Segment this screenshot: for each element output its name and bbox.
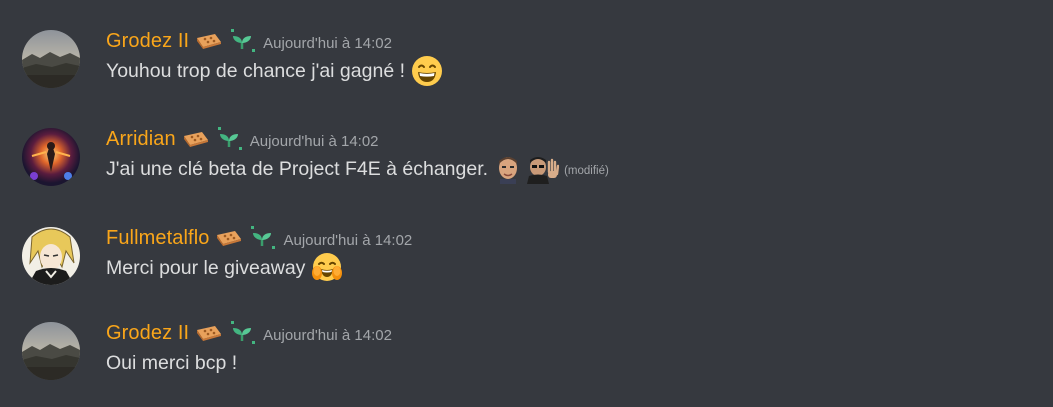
message-timestamp[interactable]: Aujourd'hui à 14:02 (250, 133, 379, 150)
sprout-badge-icon[interactable] (216, 127, 244, 151)
brick-badge-icon[interactable] (195, 32, 223, 50)
chat-messages: Grodez II Aujourd'hui à 14:02 Youhou tro… (0, 0, 1053, 407)
message: Grodez II (0, 22, 1053, 102)
man-face-emote-icon[interactable] (494, 154, 523, 184)
sprout-badge-icon[interactable] (229, 29, 257, 53)
user-avatar[interactable] (22, 322, 80, 380)
user-avatar[interactable] (22, 30, 80, 88)
user-avatar[interactable] (22, 227, 80, 285)
message-header: Arridian Aujourd'hui à 14:02 (106, 126, 379, 152)
message-timestamp[interactable]: Aujourd'hui à 14:02 (283, 232, 412, 249)
waving-man-emote-icon[interactable] (525, 154, 560, 184)
username[interactable]: Grodez II (106, 322, 189, 345)
sprout-badge-icon[interactable] (249, 226, 277, 250)
user-avatar[interactable] (22, 128, 80, 186)
message-content: Oui merci bcp ! (106, 348, 237, 378)
brick-badge-icon[interactable] (215, 229, 243, 247)
message-timestamp[interactable]: Aujourd'hui à 14:02 (263, 35, 392, 52)
message-text: J'ai une clé beta de Project F4E à échan… (106, 157, 489, 180)
message-header: Fullmetalflo Aujourd'hui à 14:02 (106, 225, 412, 251)
grinning-face-icon[interactable] (411, 55, 443, 87)
message-timestamp[interactable]: Aujourd'hui à 14:02 (263, 327, 392, 344)
brick-badge-icon[interactable] (182, 130, 210, 148)
edited-label: (modifié) (564, 165, 609, 177)
face-with-hands-icon[interactable] (311, 252, 343, 284)
username[interactable]: Fullmetalflo (106, 227, 209, 250)
brick-badge-icon[interactable] (195, 324, 223, 342)
sprout-badge-icon[interactable] (229, 321, 257, 345)
message-content: J'ai une clé beta de Project F4E à échan… (106, 154, 609, 184)
message: Grodez II (0, 314, 1053, 394)
message-header: Grodez II Aujourd'hui à 14:02 (106, 320, 392, 346)
message-text: Merci pour le giveaway (106, 256, 306, 279)
message: Fullmetalflo Aujourd'hui à 14:02 Merci p… (0, 219, 1053, 299)
message-content: Youhou trop de chance j'ai gagné ! (106, 56, 443, 86)
username[interactable]: Grodez II (106, 30, 189, 53)
message: Arridian Aujourd'hui à 14:02 J'ai une cl… (0, 120, 1053, 200)
message-header: Grodez II Aujourd'hui à 14:02 (106, 28, 392, 54)
message-content: Merci pour le giveaway (106, 253, 343, 283)
username[interactable]: Arridian (106, 128, 176, 151)
message-text: Youhou trop de chance j'ai gagné ! (106, 59, 405, 82)
message-text: Oui merci bcp ! (106, 351, 238, 374)
